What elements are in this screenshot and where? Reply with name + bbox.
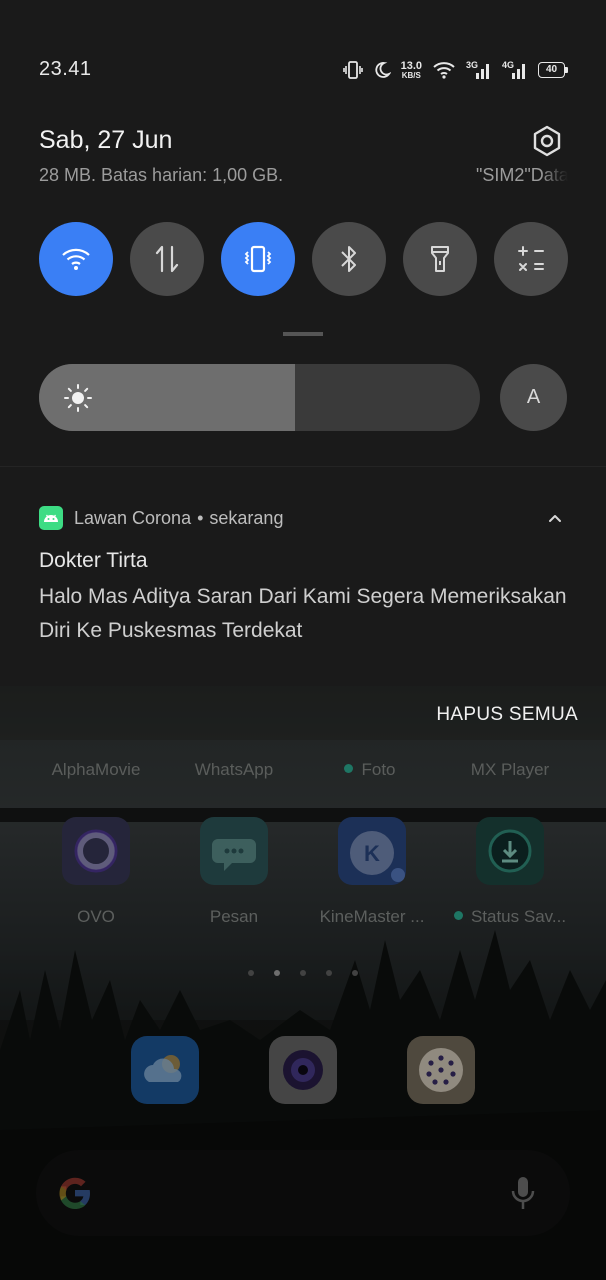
notification-time: sekarang bbox=[209, 508, 284, 528]
notification-app-name: Lawan Corona bbox=[74, 508, 192, 528]
data-usage-text[interactable]: 28 MB. Batas harian: 1,00 GB. bbox=[39, 165, 283, 186]
settings-gear-icon[interactable] bbox=[530, 124, 564, 158]
vibrate-status-icon bbox=[342, 61, 363, 79]
notification-shade: 23.41 13.0 KB/S 3G 4G 40 Sab, 27 Jun 28 … bbox=[0, 0, 606, 686]
signal-bars-icon bbox=[512, 64, 525, 79]
quick-settings-tiles bbox=[39, 222, 568, 298]
tile-mobile-data[interactable] bbox=[130, 222, 204, 296]
tile-calculator[interactable] bbox=[494, 222, 568, 296]
wifi-status-icon bbox=[433, 62, 455, 79]
auto-brightness-button[interactable]: A bbox=[500, 364, 567, 431]
battery-level: 40 bbox=[545, 64, 558, 75]
network-speed: 13.0 KB/S bbox=[400, 59, 422, 80]
brightness-slider[interactable] bbox=[39, 364, 480, 431]
notification-body[interactable]: Halo Mas Aditya Saran Dari Kami Segera M… bbox=[39, 580, 569, 648]
notification-header[interactable]: Lawan Corona • sekarang bbox=[74, 508, 283, 529]
notification-title[interactable]: Dokter Tirta bbox=[39, 549, 148, 573]
notification-separator: • bbox=[197, 508, 204, 528]
sim1-signal: 3G bbox=[466, 60, 492, 80]
android-icon bbox=[39, 506, 63, 530]
flashlight-icon bbox=[431, 246, 449, 272]
tile-bluetooth[interactable] bbox=[312, 222, 386, 296]
wifi-icon bbox=[62, 248, 90, 270]
sim2-signal: 4G bbox=[502, 60, 528, 80]
vibrate-icon bbox=[244, 245, 272, 273]
status-bar: 23.41 13.0 KB/S 3G 4G 40 bbox=[0, 52, 606, 88]
shade-date[interactable]: Sab, 27 Jun bbox=[39, 126, 172, 155]
tile-flashlight[interactable] bbox=[403, 222, 477, 296]
sim-data-label[interactable]: "SIM2"Data bbox=[476, 165, 568, 186]
brightness-sun-icon bbox=[64, 384, 92, 412]
network-speed-unit: KB/S bbox=[401, 70, 421, 80]
mobile-data-icon bbox=[155, 245, 179, 273]
clear-all-button[interactable]: HAPUS SEMUA bbox=[436, 704, 578, 726]
calculator-icon bbox=[518, 246, 544, 271]
tile-wifi[interactable] bbox=[39, 222, 113, 296]
expand-handle[interactable] bbox=[283, 332, 323, 336]
status-time: 23.41 bbox=[39, 58, 92, 80]
chevron-up-icon[interactable] bbox=[546, 510, 564, 528]
do-not-disturb-moon-icon bbox=[375, 62, 391, 78]
status-icons: 13.0 KB/S 3G 4G 40 bbox=[342, 58, 568, 82]
tile-vibrate[interactable] bbox=[221, 222, 295, 296]
signal-bars-icon bbox=[476, 64, 489, 79]
battery-icon: 40 bbox=[538, 62, 568, 78]
shade-divider bbox=[0, 466, 606, 467]
network-speed-value: 13.0 bbox=[400, 59, 422, 72]
bluetooth-icon bbox=[341, 246, 356, 272]
